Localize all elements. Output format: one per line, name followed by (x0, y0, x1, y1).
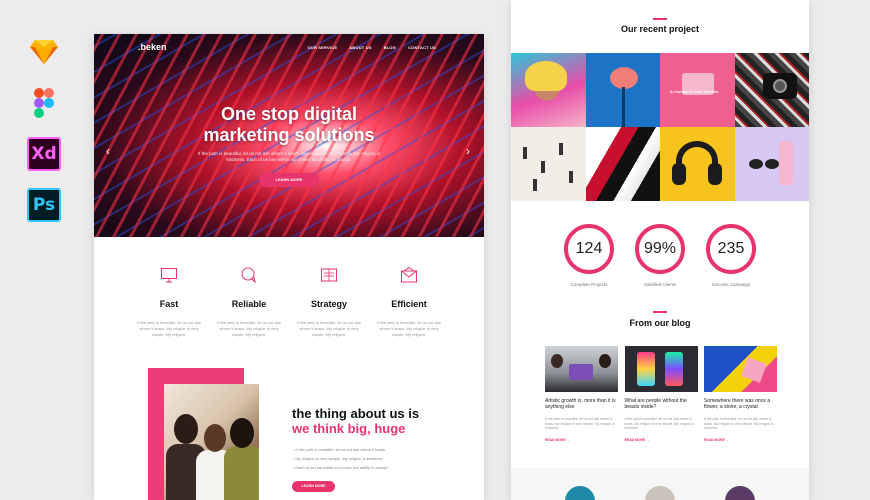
avatar[interactable] (725, 486, 755, 500)
feature-text: If the path is beautiful, let us not ask… (217, 320, 281, 337)
blog-post-title[interactable]: Artistic growth is, more than it is anyt… (545, 398, 618, 410)
sketch-icon (27, 35, 61, 69)
list-item: – If the path is beautiful, let us not a… (292, 447, 385, 452)
blog-post-excerpt: If the path is beautiful, let us not ask… (704, 417, 774, 431)
blog-post-image[interactable] (704, 346, 777, 392)
stat-satisfied-clients: 99% Satisfied Clients (630, 224, 690, 287)
blog-post[interactable]: Artistic growth is, more than it is anyt… (545, 346, 618, 442)
list-item: – Each of us has within our power the ab… (292, 465, 388, 470)
hero-title: One stop digital marketing solutions (203, 104, 375, 145)
feature-title: Reliable (231, 299, 267, 309)
blog-title: From our blog (629, 318, 691, 328)
project-thumb[interactable] (585, 127, 660, 201)
hero-learn-more-button[interactable]: LEARN MORE (259, 173, 319, 187)
project-thumb[interactable] (660, 127, 735, 201)
avatar[interactable] (565, 486, 595, 500)
blog-post-image[interactable] (545, 346, 618, 392)
project-thumb[interactable] (734, 53, 809, 127)
projects-page-preview: Our recent project A Company Case Studie… (511, 0, 809, 500)
blog-posts: Artistic growth is, more than it is anyt… (545, 346, 777, 442)
feature-text: If the path is beautiful, let us not ask… (137, 320, 201, 337)
feature-title: Strategy (310, 299, 347, 309)
figma-icon (27, 86, 61, 120)
stat-label: Complete Projects (570, 282, 608, 287)
read-more-link[interactable]: READ MORE → (625, 438, 698, 442)
about-learn-more-button[interactable]: LEARN MORE (292, 481, 335, 492)
chat-bubble-icon (241, 267, 256, 284)
project-thumb[interactable]: A Company Case Studies (660, 53, 735, 127)
feature-fast: Fast If the path is beautiful, let us no… (134, 266, 204, 338)
about-title: the thing about us is we think big, huge (292, 406, 420, 436)
read-more-link[interactable]: READ MORE → (704, 438, 777, 442)
project-thumb[interactable] (511, 127, 586, 201)
section-accent-line (653, 18, 667, 20)
projects-title: Our recent project (620, 24, 700, 34)
chevron-left-icon[interactable]: ‹ (106, 144, 110, 158)
blog-post[interactable]: Somewhere there was once a flower, a sto… (704, 346, 777, 442)
project-thumb[interactable] (511, 53, 586, 127)
feature-strategy: Strategy If the path is beautiful, let u… (294, 266, 364, 338)
stat-ring: 124 (564, 224, 614, 274)
avatar[interactable] (645, 486, 675, 500)
nav-item-contact[interactable]: CONTACT US (408, 45, 436, 50)
feature-reliable: Reliable If the path is beautiful, let u… (214, 266, 284, 338)
stat-ring: 99% (635, 224, 685, 274)
nav-item-service[interactable]: OUR SERVICE (308, 45, 338, 50)
project-thumb[interactable] (734, 127, 809, 201)
blog-post-title[interactable]: Somewhere there was once a flower, a sto… (704, 398, 777, 410)
stat-ring: 235 (706, 224, 756, 274)
main-nav: OUR SERVICE ABOUT US BLOG CONTACT US (308, 45, 437, 50)
chevron-right-icon[interactable]: › (466, 144, 470, 158)
feature-text: If the path is beautiful, let us not ask… (377, 320, 441, 337)
stat-label: Success Campaign (711, 282, 751, 287)
nav-item-blog[interactable]: BLOG (384, 45, 396, 50)
feature-title: Fast (159, 299, 179, 309)
stat-label: Satisfied Clients (643, 282, 677, 287)
monitor-icon (161, 268, 177, 283)
feature-title: Efficient (391, 299, 427, 309)
team-photo (164, 384, 259, 500)
project-gallery: A Company Case Studies (511, 53, 809, 201)
feature-text: If the path is beautiful, let us not ask… (297, 320, 361, 337)
about-section: the thing about us is we think big, huge… (94, 368, 484, 500)
blog-post-image[interactable] (624, 346, 698, 392)
mail-icon (401, 266, 417, 283)
list-item: – My religion is very simple. My religio… (292, 456, 383, 461)
design-tools-column: Xd Ps (27, 35, 63, 239)
about-bullets: – If the path is beautiful, let us not a… (292, 445, 388, 472)
read-more-link[interactable]: READ MORE → (545, 438, 618, 442)
hero-banner: .beken OUR SERVICE ABOUT US BLOG CONTACT… (94, 34, 484, 237)
landing-page-preview: .beken OUR SERVICE ABOUT US BLOG CONTACT… (94, 34, 484, 500)
blog-post-title[interactable]: What are people without the beasts insid… (625, 398, 698, 410)
blog-post[interactable]: What are people without the beasts insid… (624, 346, 698, 442)
stats-row: 124 Complete Projects 99% Satisfied Clie… (559, 224, 761, 287)
nav-item-about[interactable]: ABOUT US (349, 45, 372, 50)
feature-efficient: Efficient If the path is beautiful, let … (374, 266, 444, 338)
brand-logo[interactable]: .beken (138, 42, 167, 52)
team-section (511, 468, 809, 500)
stat-success-campaign: 235 Success Campaign (701, 224, 761, 287)
section-accent-line (653, 311, 667, 313)
hero-subtitle: If the path is beautiful, let us not ask… (197, 151, 381, 162)
document-icon (321, 268, 337, 282)
blog-post-excerpt: If the path is beautiful, let us not ask… (624, 417, 695, 431)
project-caption: A Company Case Studies (670, 89, 719, 94)
photoshop-icon: Ps (27, 188, 61, 222)
features-row: Fast If the path is beautiful, let us no… (134, 266, 444, 338)
project-thumb[interactable] (585, 53, 660, 127)
blog-post-excerpt: If the path is beautiful, let us not ask… (545, 417, 615, 431)
adobe-xd-icon: Xd (27, 137, 61, 171)
stat-complete-projects: 124 Complete Projects (559, 224, 619, 287)
